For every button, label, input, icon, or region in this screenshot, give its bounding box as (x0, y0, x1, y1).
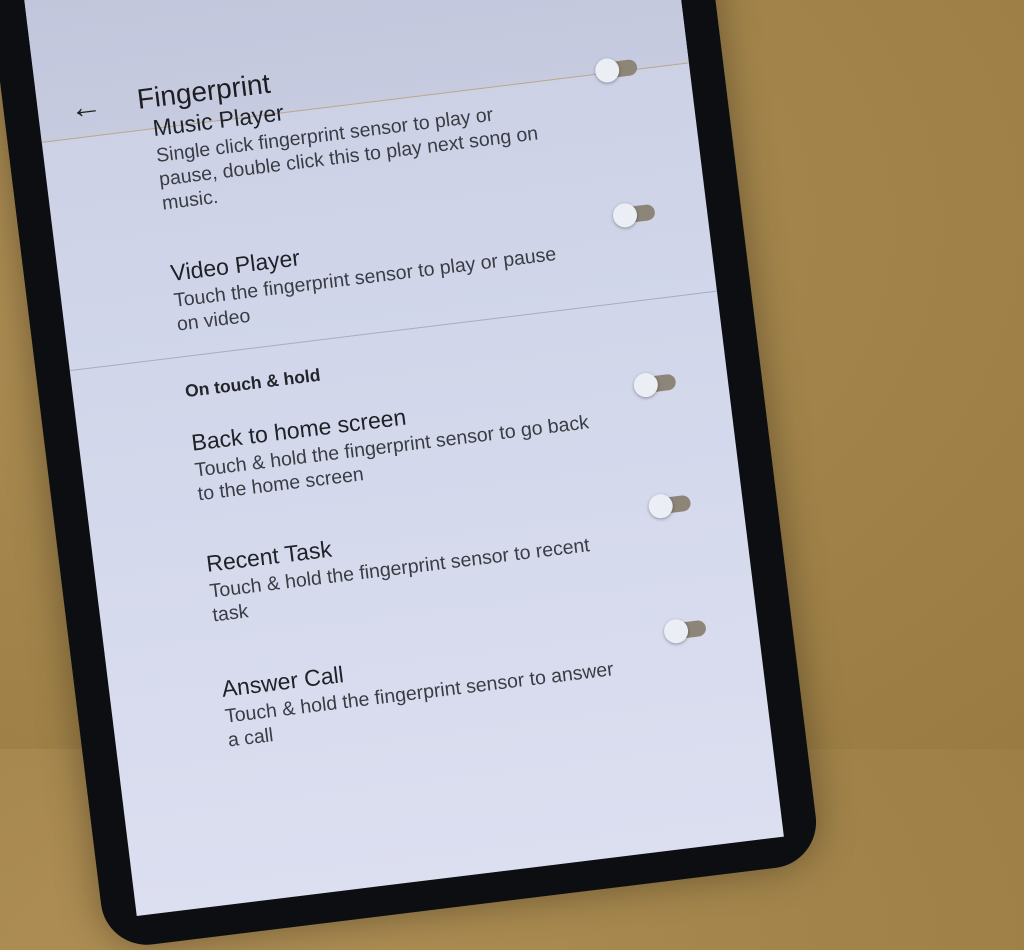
toggle-knob (632, 371, 660, 399)
phone-frame: ← Fingerprint Music Player Single click … (0, 0, 822, 950)
back-to-home-toggle[interactable] (632, 371, 677, 399)
toggle-knob (647, 492, 675, 520)
setting-recent-task[interactable]: Recent Task Touch & hold the fingerprint… (93, 484, 750, 641)
phone-screen: ← Fingerprint Music Player Single click … (16, 0, 784, 917)
video-player-toggle[interactable] (611, 201, 656, 229)
settings-list: Music Player Single click fingerprint se… (42, 57, 766, 766)
recent-task-toggle[interactable] (647, 492, 692, 520)
music-player-toggle[interactable] (593, 57, 638, 84)
toggle-knob (662, 617, 690, 645)
toggle-knob (593, 57, 621, 84)
toggle-knob (611, 201, 639, 229)
setting-answer-call[interactable]: Answer Call Touch & hold the fingerprint… (109, 609, 766, 766)
answer-call-toggle[interactable] (662, 617, 707, 645)
